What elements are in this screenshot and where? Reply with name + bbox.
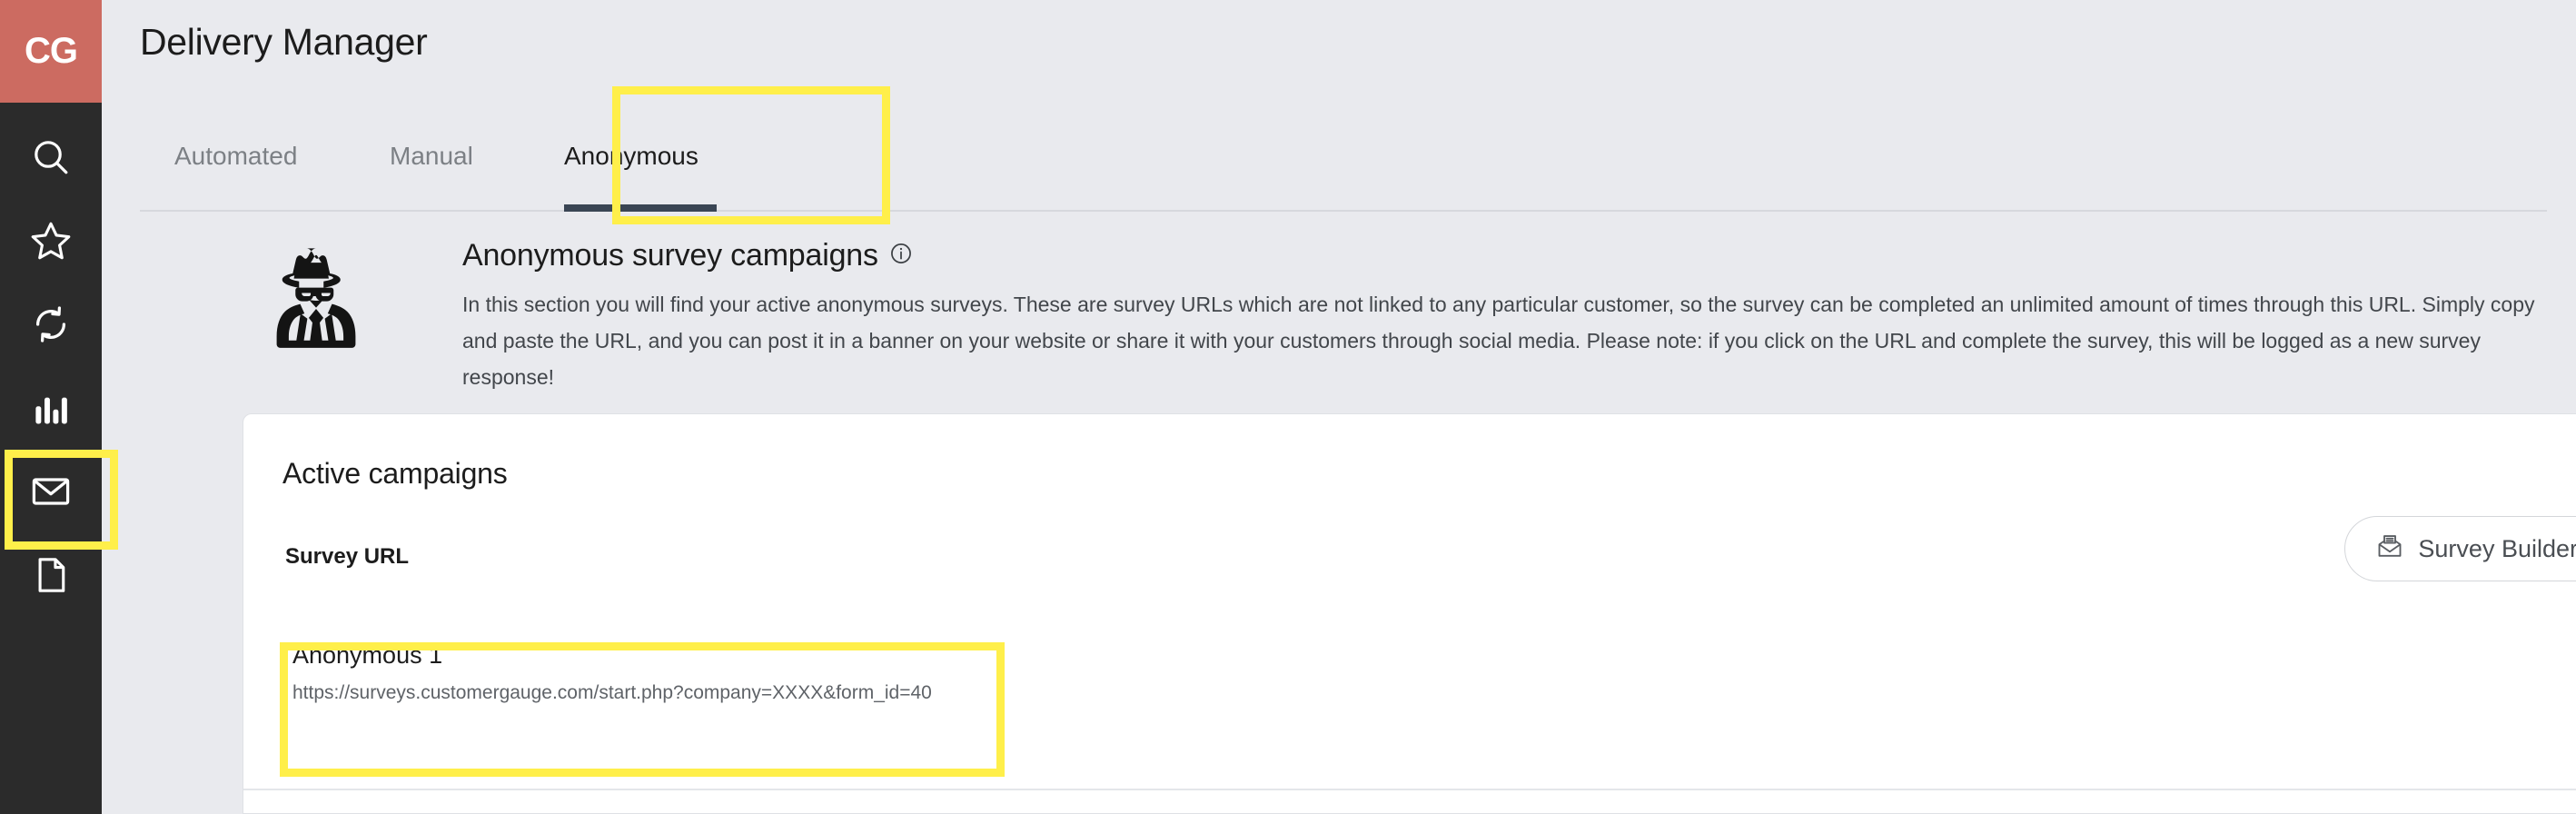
open-envelope-icon — [2376, 532, 2403, 566]
tab-anonymous[interactable]: Anonymous — [564, 114, 717, 212]
app-logo-text: CG — [25, 31, 78, 71]
tab-manual-label: Manual — [390, 142, 473, 170]
sidebar: CG — [0, 0, 118, 814]
intro-heading: Anonymous survey campaigns — [462, 238, 2561, 273]
campaign-name: Anonymous 1 — [292, 641, 443, 669]
tab-automated-label: Automated — [174, 142, 298, 170]
sidebar-item-documents[interactable] — [0, 533, 102, 617]
tab-anonymous-label: Anonymous — [564, 142, 698, 170]
sidebar-nav — [0, 103, 118, 617]
intro-description: In this section you will find your activ… — [462, 293, 2535, 389]
bar-chart-icon — [32, 389, 70, 427]
info-circle-icon[interactable] — [889, 238, 913, 273]
app-logo[interactable]: CG — [0, 0, 102, 103]
campaign-row[interactable]: Anonymous 1 https://surveys.customergaug… — [280, 625, 2576, 736]
sidebar-item-sync[interactable] — [0, 283, 102, 366]
sidebar-item-delivery-manager[interactable] — [0, 450, 118, 550]
campaign-url[interactable]: https://surveys.customergauge.com/start.… — [292, 682, 932, 704]
column-header-survey-url: Survey URL — [285, 544, 410, 569]
tab-manual[interactable]: Manual — [390, 114, 488, 212]
tab-bar-divider — [140, 210, 2547, 212]
refresh-icon — [30, 303, 72, 345]
sidebar-item-search[interactable] — [0, 115, 102, 199]
intro-body: Anonymous survey campaigns In this secti… — [462, 238, 2561, 395]
intro-heading-text: Anonymous survey campaigns — [462, 238, 878, 273]
survey-builder-label: Survey Builder — [2418, 534, 2576, 562]
tab-active-underline — [564, 204, 717, 212]
active-campaigns-card: Active campaigns Survey URL Survey Build… — [243, 413, 2576, 814]
card-title: Active campaigns — [282, 457, 508, 490]
search-icon — [29, 135, 73, 179]
spy-icon — [265, 242, 367, 355]
survey-builder-button[interactable]: Survey Builder — [2344, 516, 2576, 581]
sidebar-item-favorites[interactable] — [0, 199, 102, 283]
tab-bar: Automated Manual Anonymous — [140, 114, 2547, 212]
envelope-icon — [30, 471, 72, 512]
card-bottom-divider — [243, 789, 2576, 790]
page-title: Delivery Manager — [140, 21, 428, 63]
star-icon — [28, 218, 74, 263]
document-icon — [31, 555, 71, 595]
tab-automated[interactable]: Automated — [174, 114, 315, 212]
main-content: Delivery Manager Automated Manual Anonym… — [102, 0, 2576, 814]
sidebar-item-reports[interactable] — [0, 366, 102, 450]
